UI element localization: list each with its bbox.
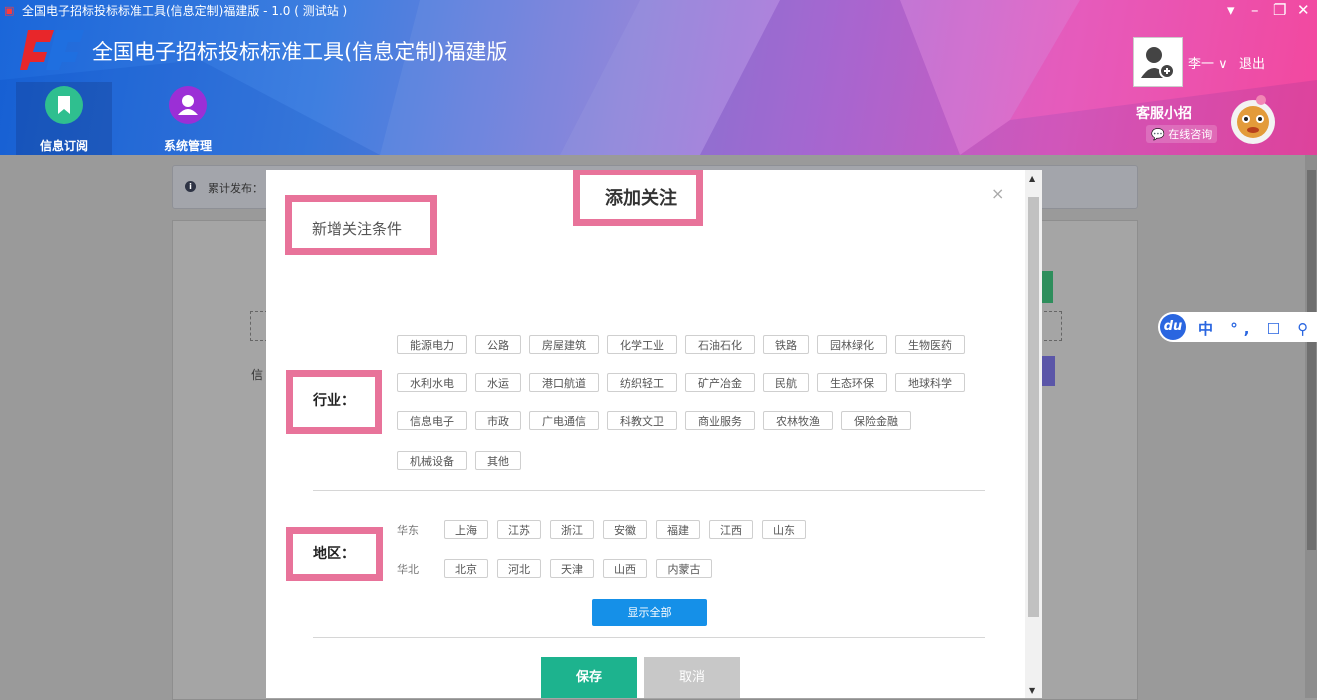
highlight-industry (286, 370, 382, 434)
region-tag[interactable]: 天津 (550, 559, 594, 578)
industry-tag[interactable]: 其他 (475, 451, 521, 470)
industry-tag[interactable]: 生物医药 (895, 335, 965, 354)
nav-label: 系统管理 (163, 139, 212, 153)
restore-icon[interactable]: ❐ (1273, 2, 1286, 18)
green-button-edge[interactable] (1041, 271, 1053, 303)
user-name-dropdown[interactable]: 李一 ∨ (1188, 53, 1228, 72)
region-tag[interactable]: 安徽 (603, 520, 647, 539)
add-user-icon (1141, 47, 1175, 79)
industry-tag[interactable]: 水利水电 (397, 373, 467, 392)
purple-button-edge[interactable] (1041, 356, 1055, 386)
window-title: 全国电子招标投标标准工具(信息定制)福建版 - 1.0 ( 测试站 ) (22, 4, 348, 18)
industry-tag[interactable]: 水运 (475, 373, 521, 392)
industry-tag[interactable]: 机械设备 (397, 451, 467, 470)
region-group-name: 华东 (397, 524, 419, 537)
info-bar-text: 累计发布： (208, 182, 263, 195)
nav-info-subscription[interactable]: 信息订阅 (16, 82, 112, 155)
customer-service[interactable]: 客服小招 💬 在线咨询 (1133, 103, 1223, 145)
industry-tag[interactable]: 能源电力 (397, 335, 467, 354)
industry-tag[interactable]: 民航 (763, 373, 809, 392)
region-tag[interactable]: 北京 (444, 559, 488, 578)
region-tag[interactable]: 山东 (762, 520, 806, 539)
industry-tag[interactable]: 市政 (475, 411, 521, 430)
user-icon (169, 86, 207, 124)
scroll-up-icon[interactable]: ▲ (1029, 174, 1035, 183)
app-header: ▣ 全国电子招标投标标准工具(信息定制)福建版 - 1.0 ( 测试站 ) ▾ … (0, 0, 1317, 155)
industry-tag[interactable]: 港口航道 (529, 373, 599, 392)
region-tag[interactable]: 山西 (603, 559, 647, 578)
online-consult-label: 在线咨询 (1168, 128, 1213, 141)
industry-tag[interactable]: 房屋建筑 (529, 335, 599, 354)
region-tag[interactable]: 浙江 (550, 520, 594, 539)
industry-tag[interactable]: 生态环保 (817, 373, 887, 392)
industry-tag[interactable]: 纺织轻工 (607, 373, 677, 392)
close-window-icon[interactable]: ✕ (1297, 2, 1310, 18)
region-group-name: 华北 (397, 563, 419, 576)
info-icon: i (185, 181, 196, 192)
brand-logo-icon (20, 30, 84, 70)
cancel-button[interactable]: 取消 (644, 657, 740, 698)
app-small-logo-icon: ▣ (4, 4, 15, 17)
app-title: 全国电子招标投标标准工具(信息定制)福建版 (92, 40, 508, 64)
industry-tag[interactable]: 农林牧渔 (763, 411, 833, 430)
industry-tag[interactable]: 石油石化 (685, 335, 755, 354)
highlight-subtitle (285, 195, 437, 255)
dialog-scrollbar-thumb[interactable] (1028, 197, 1039, 617)
region-tag[interactable]: 江苏 (497, 520, 541, 539)
section-divider (313, 490, 985, 491)
scroll-down-icon[interactable]: ▼ (1029, 686, 1035, 695)
title-bar: ▣ 全国电子招标投标标准工具(信息定制)福建版 - 1.0 ( 测试站 ) ▾ … (0, 0, 1317, 22)
highlight-region (286, 527, 383, 581)
bookmark-icon (45, 86, 83, 124)
industry-tag[interactable]: 地球科学 (895, 373, 965, 392)
region-tag[interactable]: 内蒙古 (656, 559, 712, 578)
region-tag[interactable]: 江西 (709, 520, 753, 539)
industry-tag[interactable]: 公路 (475, 335, 521, 354)
industry-tag[interactable]: 园林绿化 (817, 335, 887, 354)
industry-tag[interactable]: 科教文卫 (607, 411, 677, 430)
region-tag[interactable]: 上海 (444, 520, 488, 539)
industry-tag[interactable]: 化学工业 (607, 335, 677, 354)
add-follow-dialog: 添加关注 × 新增关注条件 行业： 地区： 显示全部 保存 取消 ▲ ▼ 能源电… (266, 170, 1042, 698)
customer-service-title: 客服小招 (1136, 106, 1192, 122)
section-divider (313, 637, 985, 638)
industry-tag[interactable]: 铁路 (763, 335, 809, 354)
show-all-button[interactable]: 显示全部 (592, 599, 707, 626)
online-consult-button[interactable]: 💬 在线咨询 (1146, 125, 1218, 143)
menu-dropdown-icon[interactable]: ▾ (1227, 2, 1235, 18)
industry-tag[interactable]: 广电通信 (529, 411, 599, 430)
baidu-ime-icon: du (1160, 314, 1186, 340)
region-tag[interactable]: 河北 (497, 559, 541, 578)
ime-status: 中 °, ☐ ⚲ ▦ (1198, 320, 1317, 338)
mascot-icon (1231, 95, 1275, 144)
logout-link[interactable]: 退出 (1239, 53, 1265, 72)
industry-tag[interactable]: 矿产冶金 (685, 373, 755, 392)
industry-tag[interactable]: 信息电子 (397, 411, 467, 430)
industry-tag[interactable]: 保险金融 (841, 411, 911, 430)
dialog-scrollbar[interactable]: ▲ ▼ (1025, 170, 1042, 698)
save-button[interactable]: 保存 (541, 657, 637, 698)
nav-system-management[interactable]: 系统管理 (140, 82, 236, 155)
chat-icon: 💬 (1151, 128, 1165, 141)
close-icon[interactable]: × (991, 184, 1004, 203)
region-tag[interactable]: 福建 (656, 520, 700, 539)
ime-toolbar[interactable]: du 中 °, ☐ ⚲ ▦ (1158, 312, 1317, 342)
page-scrollbar-thumb[interactable] (1307, 170, 1316, 550)
panel-side-label: 信 (251, 368, 264, 382)
avatar[interactable] (1133, 37, 1183, 87)
industry-tag[interactable]: 商业服务 (685, 411, 755, 430)
highlight-title (573, 170, 703, 226)
minimize-icon[interactable]: – (1251, 2, 1259, 18)
nav-label: 信息订阅 (39, 139, 88, 153)
